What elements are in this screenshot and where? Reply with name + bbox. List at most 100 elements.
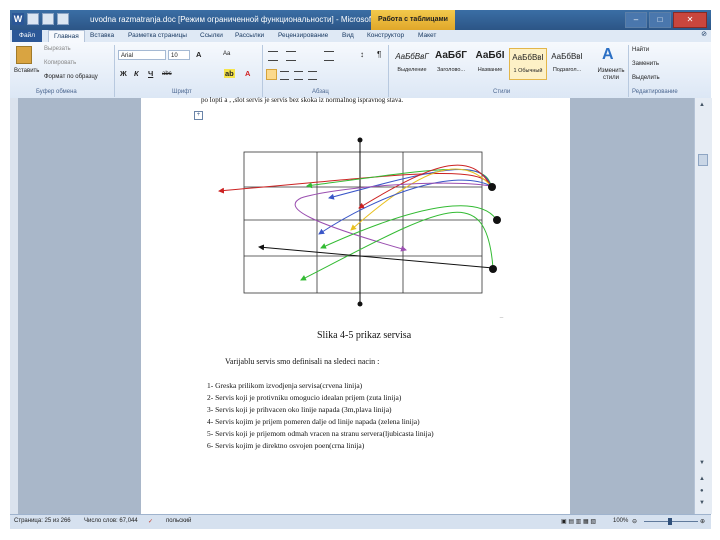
green-serve-line [320,205,497,249]
group-divider [114,45,115,97]
language-indicator[interactable]: польский [166,518,191,524]
server-position-marker [488,183,496,191]
tab-page-layout[interactable]: Разметка страницы [128,30,187,42]
style-title[interactable]: АаБбI Название [471,48,509,80]
figure-caption: Slika 4-5 prikaz servisa [317,330,412,341]
align-right-button[interactable] [294,71,303,80]
style-name: Выделение [397,67,427,73]
scroll-thumb[interactable] [698,154,708,166]
list-item: 4- Servis kojim je prijem pomeren dalje … [207,417,420,426]
style-name: Подзагол... [552,67,582,73]
align-left-button[interactable] [266,69,277,80]
ribbon: Вставить Вырезать Копировать Формат по о… [10,42,711,99]
maximize-button[interactable]: □ [649,12,671,28]
show-marks-icon[interactable]: ¶ [377,50,381,59]
tab-home[interactable]: Главная [48,30,85,42]
bullets-icon[interactable] [268,51,278,61]
italic-button[interactable]: К [134,69,139,78]
numbering-icon[interactable] [286,51,296,61]
word-count[interactable]: Число слов: 67,044 [84,518,138,524]
save-icon[interactable] [27,13,39,25]
net-post [357,137,363,143]
tab-table-layout[interactable]: Макет [418,30,436,42]
zoom-out-icon[interactable]: ⊖ [632,518,637,525]
style-subtitle[interactable]: АаБбВвI Подзагол... [548,48,586,80]
group-divider [262,45,263,97]
group-divider [388,45,389,97]
server-position-marker [489,265,497,273]
font-color-icon[interactable]: A [245,69,250,78]
intro-paragraph: Varijablu servis smo definisali na slede… [225,357,380,366]
zoom-in-icon[interactable]: ⊕ [700,518,705,525]
style-name: Заголово... [436,67,466,73]
change-styles-button[interactable]: Изменить стили [594,68,628,82]
next-page-icon[interactable]: ▼ [699,500,705,506]
sort-icon[interactable]: ↕ [360,50,364,59]
editing-group-label: Редактирование [632,89,678,95]
copy-button[interactable]: Копировать [44,60,76,66]
decrease-indent-icon[interactable] [324,51,334,61]
purple-serve-line [294,182,492,252]
tab-insert[interactable]: Вставка [90,30,114,42]
style-emphasis[interactable]: АаБбВвГ Выделение [393,48,431,80]
scroll-up-icon[interactable]: ▲ [699,102,705,108]
strikethrough-button[interactable]: abc [162,71,172,77]
highlight-icon[interactable]: ab [224,69,235,78]
change-styles-icon[interactable]: A [602,46,614,64]
word-app-icon[interactable]: W [12,13,24,25]
scroll-down-icon[interactable]: ▼ [699,460,705,466]
quick-access-toolbar: W [12,13,69,25]
justify-button[interactable] [308,71,317,80]
help-icon[interactable]: ⊘ [701,30,707,38]
style-normal[interactable]: АаБбВвI 1 Обычный [509,48,547,80]
minimize-button[interactable]: – [625,12,647,28]
tab-table-design[interactable]: Конструктор [367,30,404,42]
net-post [357,301,363,307]
view-buttons[interactable]: ▣ ▤ ▥ ▦ ▧ [561,518,596,525]
tab-mailings[interactable]: Рассылки [235,30,264,42]
style-sample: АаБбВвI [512,53,544,62]
paste-icon[interactable] [16,46,32,64]
proofing-icon[interactable]: ✓ [148,518,153,525]
status-bar: Страница: 25 из 266 Число слов: 67,044 ✓… [10,514,711,529]
tab-file[interactable]: Файл [12,30,42,42]
cut-button[interactable]: Вырезать [44,46,71,52]
select-button[interactable]: Выделить [632,75,660,81]
styles-group-label: Стили [493,89,511,95]
server-position-marker [493,216,501,224]
format-painter-button[interactable]: Формат по образцу [44,74,98,80]
undo-icon[interactable] [42,13,54,25]
document-page[interactable]: po lopti a , ,slot servis je servis bez … [141,96,570,514]
redo-icon[interactable] [57,13,69,25]
font-size-field[interactable]: 10 [168,50,190,60]
paragraph-group-label: Абзац [312,89,329,95]
bold-button[interactable]: Ж [120,69,127,78]
vertical-scrollbar[interactable]: ▲ ▼ ▲ ● ▼ [694,98,712,514]
replace-button[interactable]: Заменить [632,61,659,67]
clipboard-group-label: Буфер обмена [36,89,77,95]
style-heading[interactable]: АаБбГ Заголово... [432,48,470,80]
tab-view[interactable]: Вид [342,30,354,42]
find-button[interactable]: Найти [632,47,649,53]
style-sample: АаБбГ [435,50,467,61]
close-button[interactable]: ✕ [673,12,707,28]
change-case-button[interactable]: Aa [223,51,230,57]
style-sample: АаБбВвГ [395,52,429,61]
zoom-level[interactable]: 100% [613,518,628,524]
tab-review[interactable]: Рецензирование [278,30,328,42]
list-item: 1- Greska prilikom izvodjenja servisa(cr… [207,381,363,390]
zoom-slider-thumb[interactable] [668,518,672,525]
table-tools-context-tab: Работа с таблицами [371,10,455,30]
underline-button[interactable]: Ч [148,69,153,78]
list-item: 6- Servis kojim je direktno osvojen poen… [207,441,365,450]
tab-references[interactable]: Ссылки [200,30,223,42]
prev-page-icon[interactable]: ▲ [699,476,705,482]
page-count[interactable]: Страница: 25 из 266 [14,518,71,524]
browse-object-icon[interactable]: ● [700,488,704,494]
list-item: 5- Servis koji je prijemom odmah vracen … [207,429,434,438]
align-center-button[interactable] [280,71,289,80]
grow-font-button[interactable]: A [196,50,201,59]
paste-button[interactable]: Вставить [14,68,39,74]
font-name-field[interactable]: Arial [118,50,166,60]
group-divider [628,45,629,97]
